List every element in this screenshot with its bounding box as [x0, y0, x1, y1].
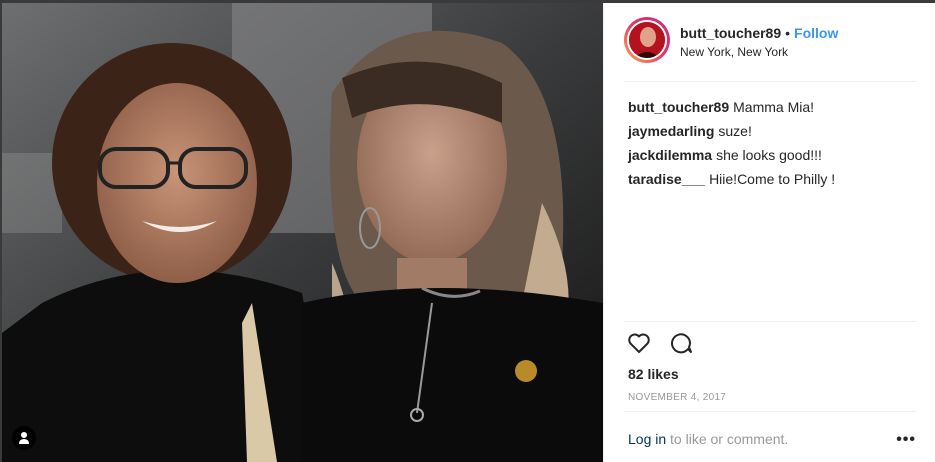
- comment-author[interactable]: jackdilemma: [628, 147, 712, 163]
- divider: [624, 411, 916, 412]
- comment-text: she looks good!!!: [716, 147, 822, 163]
- username-link[interactable]: butt_toucher89: [680, 25, 781, 41]
- post-date[interactable]: NOVEMBER 4, 2017: [628, 392, 726, 403]
- post-window: butt_toucher89 • Follow New York, New York…: [0, 0, 935, 462]
- comment-item: taradise___ Hiie!Come to Philly !: [628, 167, 916, 191]
- comment-item: jackdilemma she looks good!!!: [628, 143, 916, 167]
- more-options-icon[interactable]: •••: [896, 431, 916, 449]
- avatar-image: [629, 22, 665, 58]
- comment-text: Mamma Mia!: [733, 99, 815, 115]
- location-link[interactable]: New York, New York: [680, 45, 788, 59]
- comment-list: butt_toucher89 Mamma Mia! jaymedarling suz…: [628, 95, 916, 191]
- comment-text: suze!: [718, 123, 752, 139]
- comment-text: Hiie!Come to Philly !: [709, 171, 836, 187]
- selfie-image: [2, 3, 603, 462]
- login-link[interactable]: Log in: [628, 431, 666, 447]
- avatar[interactable]: [624, 17, 670, 63]
- comment-item: butt_toucher89 Mamma Mia!: [628, 95, 916, 119]
- separator-dot: •: [785, 25, 791, 41]
- divider: [624, 321, 916, 322]
- follow-button[interactable]: Follow: [794, 25, 838, 41]
- login-prompt-text: to like or comment.: [670, 431, 789, 447]
- likes-count[interactable]: 82 likes: [628, 366, 679, 382]
- heart-icon[interactable]: [626, 330, 652, 356]
- post-photo[interactable]: [2, 3, 603, 462]
- comment-author[interactable]: butt_toucher89: [628, 99, 729, 115]
- comment-bubble-icon[interactable]: [668, 330, 694, 356]
- comment-item: jaymedarling suze!: [628, 119, 916, 143]
- username-row: butt_toucher89 • Follow: [680, 25, 838, 41]
- comment-author[interactable]: taradise___: [628, 171, 705, 187]
- post-header: butt_toucher89 • Follow New York, New York: [624, 3, 916, 82]
- person-tag-icon[interactable]: [12, 426, 36, 450]
- login-prompt: Log in to like or comment.: [628, 431, 788, 447]
- action-bar: [626, 330, 694, 356]
- post-sidebar: butt_toucher89 • Follow New York, New York…: [603, 3, 935, 462]
- comment-author[interactable]: jaymedarling: [628, 123, 714, 139]
